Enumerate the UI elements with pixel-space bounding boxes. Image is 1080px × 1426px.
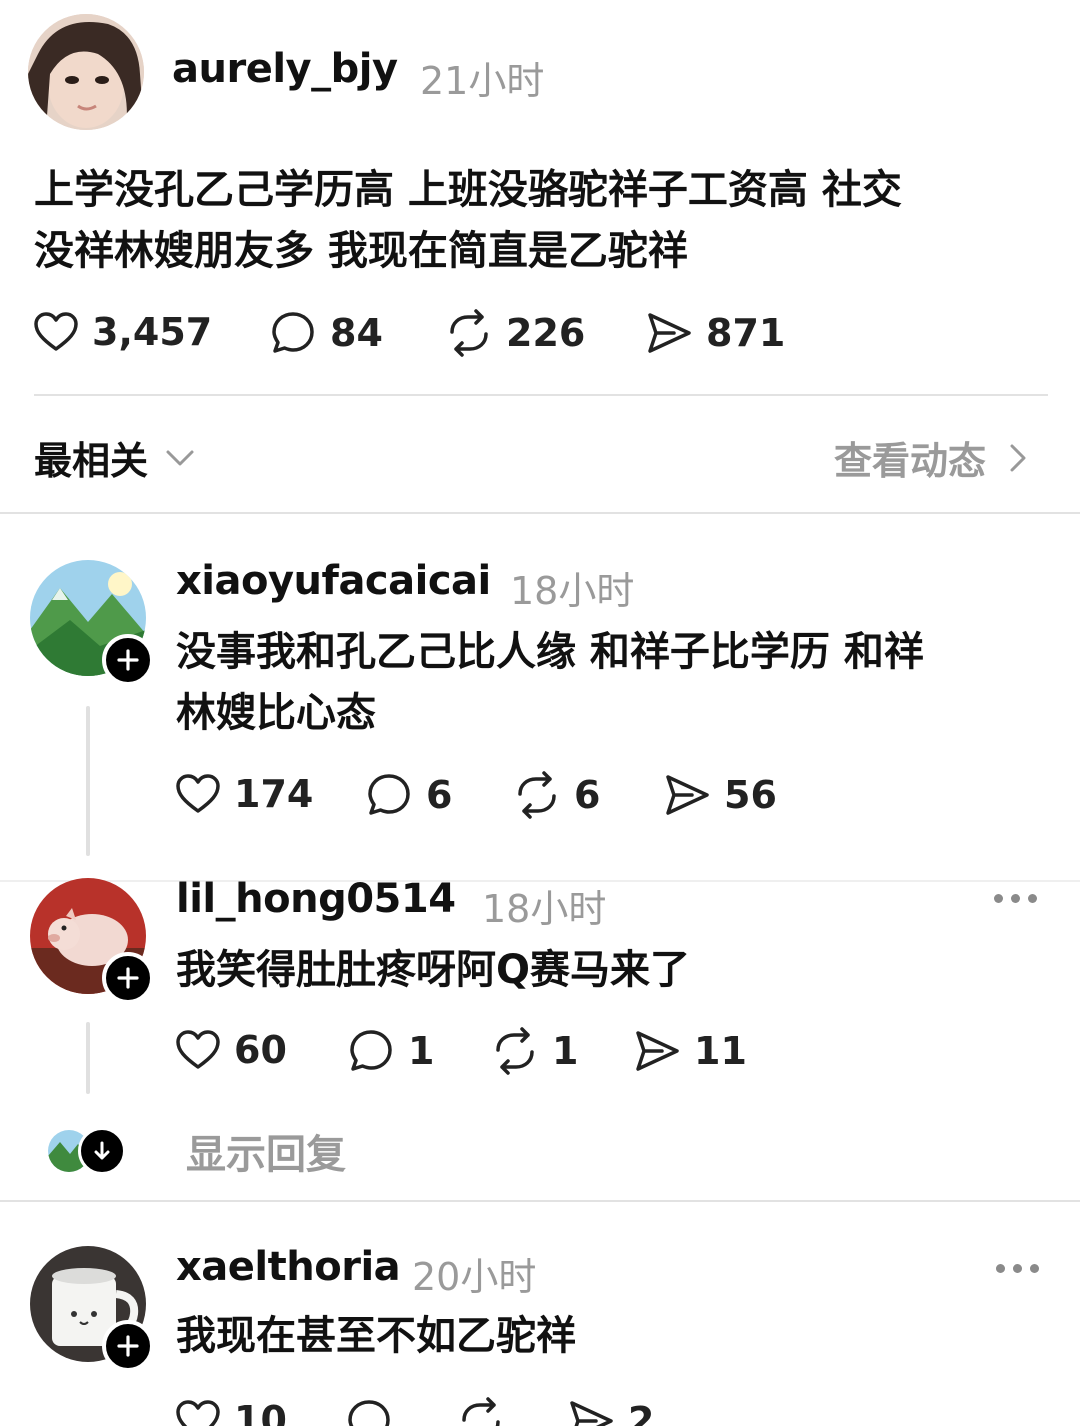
repost-icon	[450, 309, 488, 357]
reply-time: 18小时	[482, 887, 607, 931]
more-icon[interactable]	[996, 1264, 1039, 1273]
share-button[interactable]: 11	[632, 1026, 747, 1076]
repost-button[interactable]: 6	[512, 770, 600, 820]
comment-icon	[272, 312, 314, 353]
plus-icon	[117, 967, 139, 989]
follow-button[interactable]	[102, 952, 154, 1004]
like-button[interactable]: 3,457	[32, 308, 212, 356]
repost-icon	[496, 1027, 534, 1075]
reply-text: 没事我和孔乙己比人缘 和祥子比学历 和祥 林嫂比心态	[176, 622, 1046, 744]
comment-icon	[350, 1030, 392, 1071]
section-divider	[0, 1200, 1080, 1202]
share-count: 11	[694, 1029, 747, 1073]
share-count: 2	[628, 1399, 655, 1426]
show-replies-label: 显示回复	[186, 1132, 346, 1178]
divider	[34, 394, 1048, 396]
sort-label: 最相关	[34, 439, 149, 483]
share-button[interactable]: 56	[662, 770, 777, 820]
author-username[interactable]: aurely_bjy	[172, 46, 398, 92]
reply-time: 18小时	[510, 569, 635, 613]
like-button[interactable]: 10	[174, 1396, 287, 1426]
plus-icon	[117, 1335, 139, 1357]
plus-icon	[117, 649, 139, 671]
comment-button[interactable]	[344, 1396, 406, 1426]
thread-line	[86, 706, 90, 856]
reply-text-line: 林嫂比心态	[176, 690, 376, 736]
reply-text-line: 我笑得肚肚疼呀阿Q赛马来了	[176, 947, 691, 993]
post-text-line: 没祥林嫂朋友多 我现在简直是乙驼祥	[34, 228, 688, 274]
send-icon	[636, 1031, 679, 1071]
post-text: 上学没孔乙己学历高 上班没骆驼祥子工资高 社交 没祥林嫂朋友多 我现在简直是乙驼…	[34, 160, 1044, 282]
comment-icon	[348, 1400, 390, 1426]
like-count: 10	[234, 1398, 287, 1426]
sort-dropdown[interactable]: 最相关	[34, 430, 198, 485]
chevron-right-icon	[1010, 444, 1026, 471]
reply-username[interactable]: xiaoyufacaicai	[176, 558, 491, 604]
comment-count: 6	[426, 773, 453, 817]
repost-icon	[462, 1397, 500, 1426]
repost-count: 6	[574, 773, 601, 817]
repost-count: 1	[552, 1029, 579, 1073]
repost-button[interactable]: 1	[490, 1026, 578, 1076]
heart-icon	[176, 1400, 220, 1426]
follow-button[interactable]	[102, 634, 154, 686]
share-count: 56	[724, 773, 777, 817]
view-activity-label: 查看动态	[834, 439, 987, 483]
repost-button[interactable]: 226	[444, 308, 585, 358]
chevron-down-icon	[166, 450, 194, 465]
heart-icon	[34, 312, 78, 351]
share-button[interactable]: 2	[566, 1396, 654, 1426]
comment-icon	[368, 774, 410, 815]
repost-count: 226	[506, 311, 586, 355]
share-button[interactable]: 871	[644, 308, 785, 358]
reply-username[interactable]: lil_hong0514	[176, 876, 456, 922]
more-icon[interactable]	[994, 894, 1037, 903]
like-button[interactable]: 60	[174, 1026, 287, 1074]
author-avatar[interactable]	[28, 14, 144, 130]
send-icon	[570, 1401, 613, 1426]
comment-button[interactable]: 6	[364, 770, 452, 820]
post-text-line: 上学没孔乙己学历高 上班没骆驼祥子工资高 社交	[34, 167, 902, 213]
follow-button[interactable]	[102, 1320, 154, 1372]
arrow-down-icon	[78, 1127, 126, 1175]
section-divider	[0, 512, 1080, 514]
repost-button[interactable]	[456, 1396, 518, 1426]
like-count: 3,457	[92, 310, 213, 354]
post-time: 21小时	[420, 59, 545, 103]
view-activity-link[interactable]: 查看动态	[834, 430, 1034, 485]
send-icon	[648, 313, 691, 353]
reply-text-line: 我现在甚至不如乙驼祥	[176, 1313, 576, 1359]
like-count: 174	[234, 772, 314, 816]
show-replies-button[interactable]: 显示回复	[48, 1122, 346, 1180]
thread-line	[86, 1022, 90, 1094]
like-button[interactable]: 174	[174, 770, 313, 818]
comment-count: 84	[330, 311, 383, 355]
reply-time: 20小时	[412, 1255, 537, 1299]
reply-text-line: 没事我和孔乙己比人缘 和祥子比学历 和祥	[176, 629, 924, 675]
comment-button[interactable]: 1	[346, 1026, 434, 1076]
like-count: 60	[234, 1028, 287, 1072]
reply-text: 我现在甚至不如乙驼祥	[176, 1306, 1046, 1367]
comment-count: 1	[408, 1029, 435, 1073]
heart-icon	[176, 1030, 220, 1069]
share-count: 871	[706, 311, 786, 355]
send-icon	[666, 775, 709, 815]
comment-button[interactable]: 84	[268, 308, 383, 358]
heart-icon	[176, 774, 220, 813]
reply-text: 我笑得肚肚疼呀阿Q赛马来了	[176, 940, 1046, 1001]
repost-icon	[518, 771, 556, 819]
reply-username[interactable]: xaelthoria	[176, 1244, 401, 1290]
